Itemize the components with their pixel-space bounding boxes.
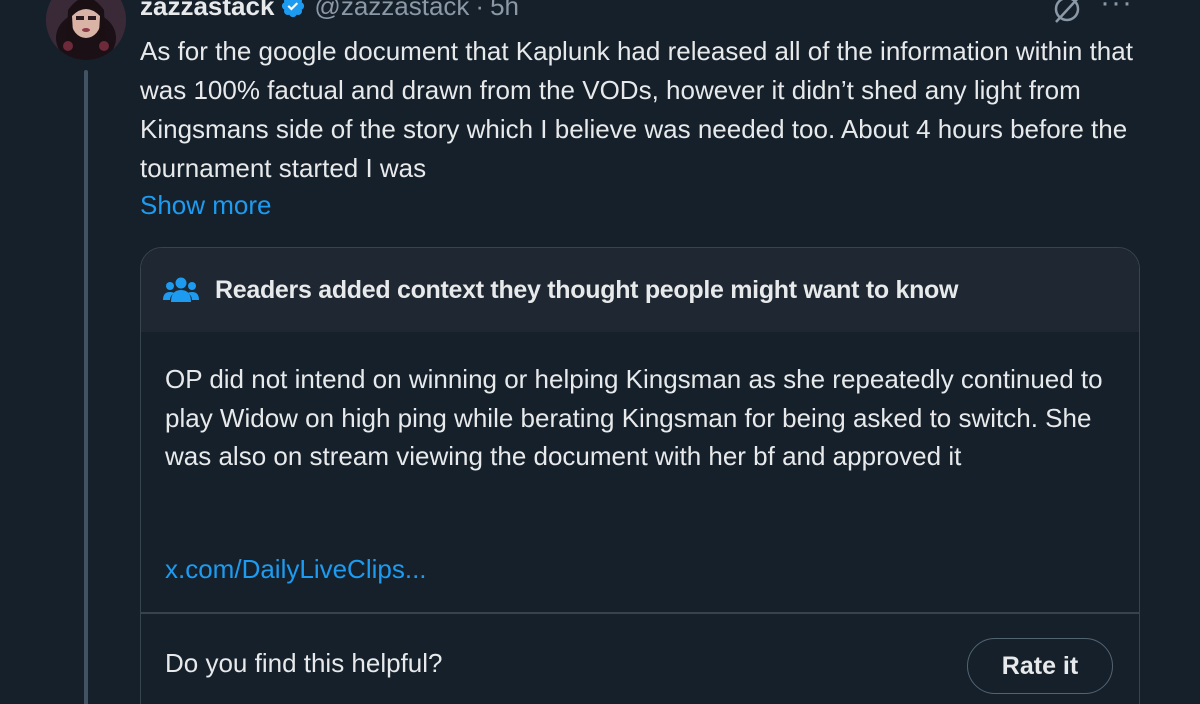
more-options-icon[interactable]: ··· bbox=[1100, 0, 1133, 20]
tweet-text: As for the google document that Kaplunk … bbox=[140, 36, 1133, 183]
community-note: Readers added context they thought peopl… bbox=[140, 247, 1140, 704]
thread-line bbox=[84, 70, 88, 704]
grok-icon[interactable] bbox=[1050, 0, 1084, 26]
avatar[interactable] bbox=[46, 0, 126, 60]
people-icon bbox=[163, 276, 199, 304]
timestamp[interactable]: 5h bbox=[490, 0, 519, 22]
user-handle[interactable]: @zazzastack bbox=[314, 0, 469, 22]
rate-it-button[interactable]: Rate it bbox=[967, 638, 1113, 694]
tweet-header: zazzastack @zazzastack · 5h bbox=[140, 0, 519, 26]
tweet-page: zazzastack @zazzastack · 5h ··· As for t… bbox=[0, 0, 1200, 704]
helpful-question: Do you find this helpful? bbox=[165, 648, 443, 678]
community-note-header: Readers added context they thought peopl… bbox=[141, 248, 1139, 332]
community-note-title: Readers added context they thought peopl… bbox=[215, 275, 959, 304]
verified-badge-icon bbox=[280, 0, 306, 19]
show-more-link[interactable]: Show more bbox=[140, 186, 272, 225]
community-note-source-link[interactable]: x.com/DailyLiveClips... bbox=[165, 550, 427, 588]
separator-dot: · bbox=[475, 0, 485, 21]
community-note-text: OP did not intend on winning or helping … bbox=[165, 364, 1103, 471]
divider bbox=[141, 612, 1139, 614]
display-name[interactable]: zazzastack bbox=[140, 0, 274, 22]
